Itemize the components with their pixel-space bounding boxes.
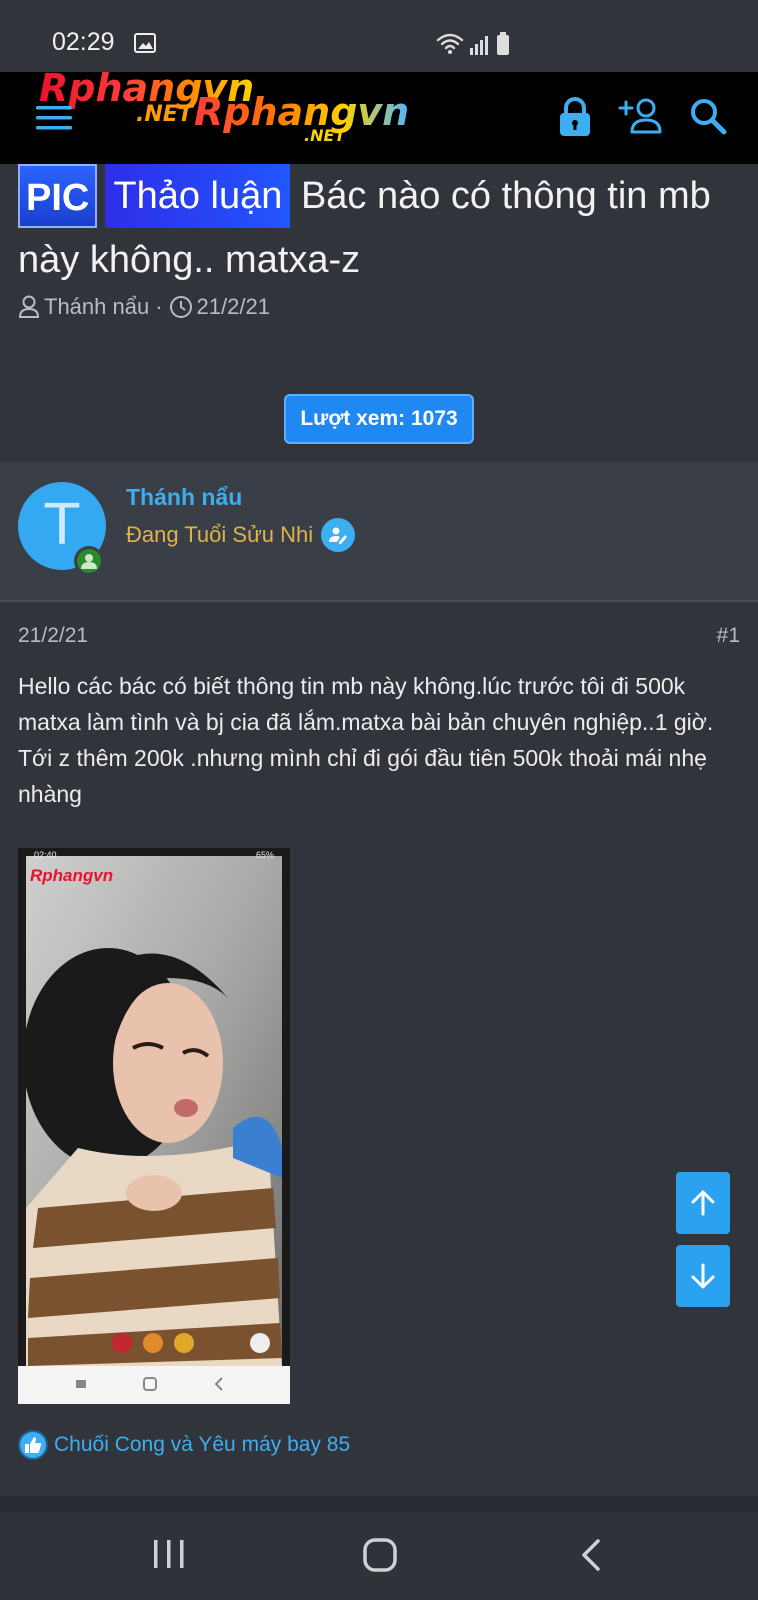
status-bar: 02:29: [0, 0, 758, 72]
signal-icon: [470, 36, 488, 55]
menu-icon[interactable]: [36, 102, 74, 134]
meta-separator: ·: [155, 294, 163, 319]
online-status-icon: [74, 546, 104, 576]
logo-net: .NET: [136, 102, 193, 127]
image-icon: [134, 33, 156, 53]
thread-author[interactable]: Thánh nẩu: [44, 294, 149, 320]
clock-icon: [169, 296, 192, 318]
divider: [0, 1496, 758, 1512]
arrow-up-icon: [691, 1190, 715, 1216]
arrow-down-icon: [691, 1263, 715, 1289]
nav-bar: Rphangvn .NET Rphangvn .NET: [0, 66, 758, 164]
wifi-icon: [436, 33, 464, 50]
post: 21/2/21 #1 Hello các bác có biết thông t…: [0, 604, 758, 1496]
thread-header: PIC Thảo luận Bác nào có thông tin mb này…: [0, 164, 758, 462]
lock-icon[interactable]: [558, 96, 592, 138]
reactions-bar[interactable]: Chuối Cong và Yêu máy bay 85: [18, 1430, 350, 1460]
thread-date[interactable]: 21/2/21: [197, 294, 270, 320]
post-body: Hello các bác có biết thông tin mb này k…: [18, 673, 714, 807]
username[interactable]: Thánh nẩu: [126, 484, 242, 511]
recent-apps-icon[interactable]: [152, 1538, 186, 1570]
logo-text-secondary: Rphangvn: [194, 90, 410, 134]
post-number[interactable]: #1: [717, 624, 740, 648]
views-badge: Lượt xem: 1073: [284, 394, 474, 444]
attached-photo[interactable]: 02:40 65% Rphangvn: [18, 848, 290, 1404]
user-title: Đang Tuổi Sửu Nhi: [126, 518, 356, 552]
prefix-pic-badge[interactable]: PIC: [18, 164, 98, 228]
scroll-to-top-button[interactable]: [676, 1172, 730, 1234]
post-user-panel: T Thánh nẩu Đang Tuổi Sửu Nhi: [0, 462, 758, 602]
thread-meta: Thánh nẩu · 21/2/21: [18, 294, 270, 320]
system-nav-bar: [0, 1512, 758, 1600]
post-date[interactable]: 21/2/21: [18, 624, 88, 648]
thread-title: PIC Thảo luận Bác nào có thông tin mb này…: [18, 164, 738, 292]
reactions-text[interactable]: Chuối Cong và Yêu máy bay 85: [54, 1433, 350, 1457]
user-icon: [18, 295, 40, 318]
search-icon[interactable]: [688, 96, 728, 136]
user-title-text: Đang Tuổi Sửu Nhi: [126, 522, 314, 547]
home-icon[interactable]: [362, 1538, 398, 1572]
site-logo[interactable]: Rphangvn .NET Rphangvn .NET: [36, 66, 426, 164]
photo-image: [18, 848, 290, 1404]
like-icon: [18, 1430, 48, 1460]
scroll-to-bottom-button[interactable]: [676, 1245, 730, 1307]
user-edit-icon: [321, 518, 356, 552]
photo-status-battery: 65%: [255, 850, 274, 860]
status-time: 02:29: [52, 28, 115, 56]
battery-icon: [497, 32, 509, 55]
photo-status-time: 02:40: [34, 850, 57, 860]
photo-watermark-logo: Rphangvn: [30, 866, 114, 885]
prefix-discussion-badge[interactable]: Thảo luận: [105, 164, 291, 228]
logo-net-secondary: .NET: [304, 126, 346, 145]
back-icon[interactable]: [578, 1538, 604, 1572]
status-indicators: [436, 32, 509, 55]
add-user-icon[interactable]: [618, 96, 664, 136]
